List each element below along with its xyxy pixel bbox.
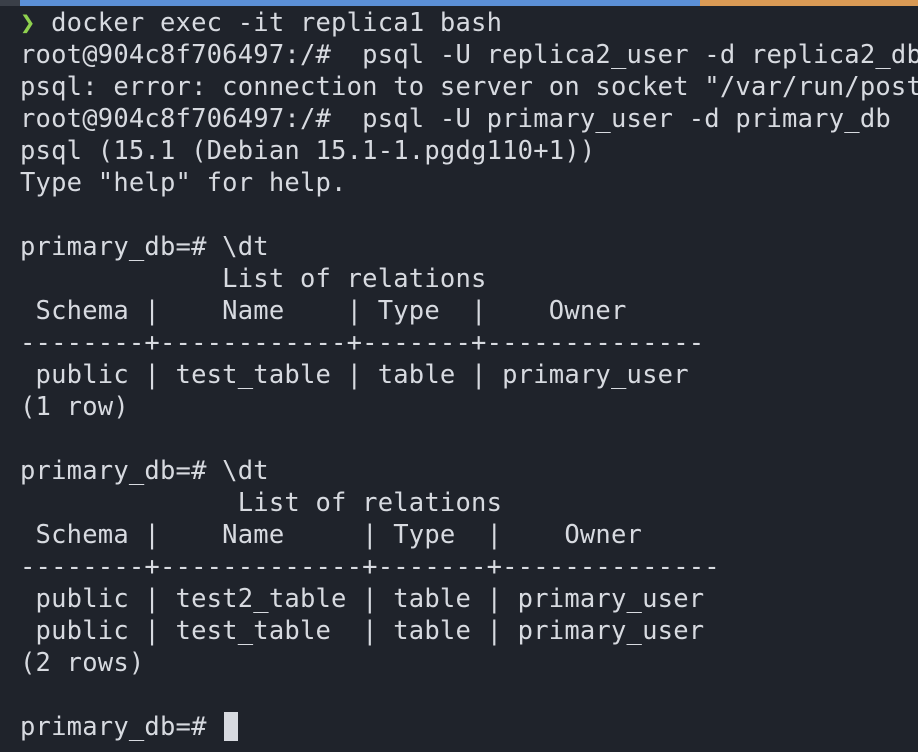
terminal-line: List of relations (20, 488, 503, 518)
top-strip-orange-segment (700, 0, 918, 6)
window-top-strip (0, 0, 918, 6)
terminal-line: (1 row) (20, 392, 129, 422)
psql-prompt: primary_db=# (20, 712, 223, 742)
terminal-line: Type "help" for help. (20, 168, 347, 198)
terminal-line: List of relations (20, 264, 487, 294)
shell-prompt-arrow-icon: ❯ (20, 8, 36, 38)
terminal-line: Schema | Name | Type | Owner (20, 520, 643, 550)
terminal-line: (2 rows) (20, 648, 145, 678)
terminal-line: root@904c8f706497:/# psql -U primary_use… (20, 104, 891, 134)
terminal-line: root@904c8f706497:/# psql -U replica2_us… (20, 40, 918, 70)
top-strip-blue-segment (20, 0, 700, 6)
terminal-line: public | test_table | table | primary_us… (20, 360, 689, 390)
terminal-line: --------+-------------+-------+---------… (20, 552, 720, 582)
terminal-line-docker-command: ❯ docker exec -it replica1 bash (20, 7, 918, 39)
docker-exec-command: docker exec -it replica1 bash (35, 8, 503, 38)
terminal-line: public | test2_table | table | primary_u… (20, 584, 705, 614)
terminal-line: primary_db=# \dt (20, 456, 269, 486)
terminal-line: --------+------------+-------+----------… (20, 328, 705, 358)
terminal-output[interactable]: ❯ docker exec -it replica1 bash root@904… (20, 7, 918, 752)
terminal-line: psql (15.1 (Debian 15.1-1.pgdg110+1)) (20, 136, 596, 166)
terminal-line: Schema | Name | Type | Owner (20, 296, 627, 326)
terminal-line: primary_db=# \dt (20, 232, 269, 262)
text-cursor (224, 712, 239, 741)
top-strip-left-segment (0, 0, 20, 6)
terminal-line: psql: error: connection to server on soc… (20, 72, 918, 102)
terminal-input-line[interactable]: primary_db=# (20, 711, 918, 743)
terminal-line: public | test_table | table | primary_us… (20, 616, 705, 646)
